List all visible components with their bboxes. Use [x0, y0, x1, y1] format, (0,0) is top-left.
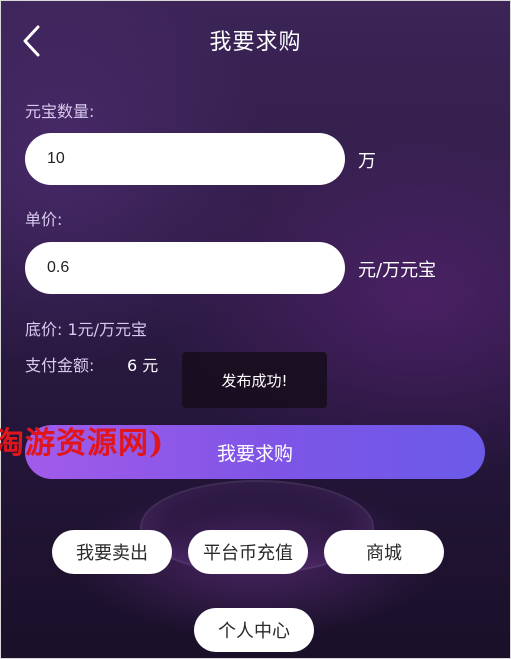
watermark-text: 淘游资源网) [0, 426, 165, 461]
recharge-button[interactable]: 平台币充值 [188, 530, 308, 574]
price-input[interactable] [45, 258, 329, 278]
quantity-input[interactable] [45, 149, 329, 169]
success-toast: 发布成功! [182, 352, 327, 408]
mall-button[interactable]: 商城 [324, 530, 444, 574]
quantity-label: 元宝数量: [25, 102, 95, 121]
price-field[interactable] [25, 242, 345, 294]
profile-button[interactable]: 个人中心 [194, 608, 314, 652]
price-label: 单价: [25, 210, 63, 229]
sell-button[interactable]: 我要卖出 [52, 530, 172, 574]
floor-price-text: 底价: 1元/万元宝 [25, 320, 148, 339]
quantity-unit: 万 [358, 151, 376, 172]
price-unit: 元/万元宝 [358, 260, 437, 281]
payment-amount-value: 6 元 [127, 356, 159, 375]
quantity-field[interactable] [25, 133, 345, 185]
payment-amount-label: 支付金额: [25, 356, 95, 375]
page-title: 我要求购 [209, 30, 302, 55]
